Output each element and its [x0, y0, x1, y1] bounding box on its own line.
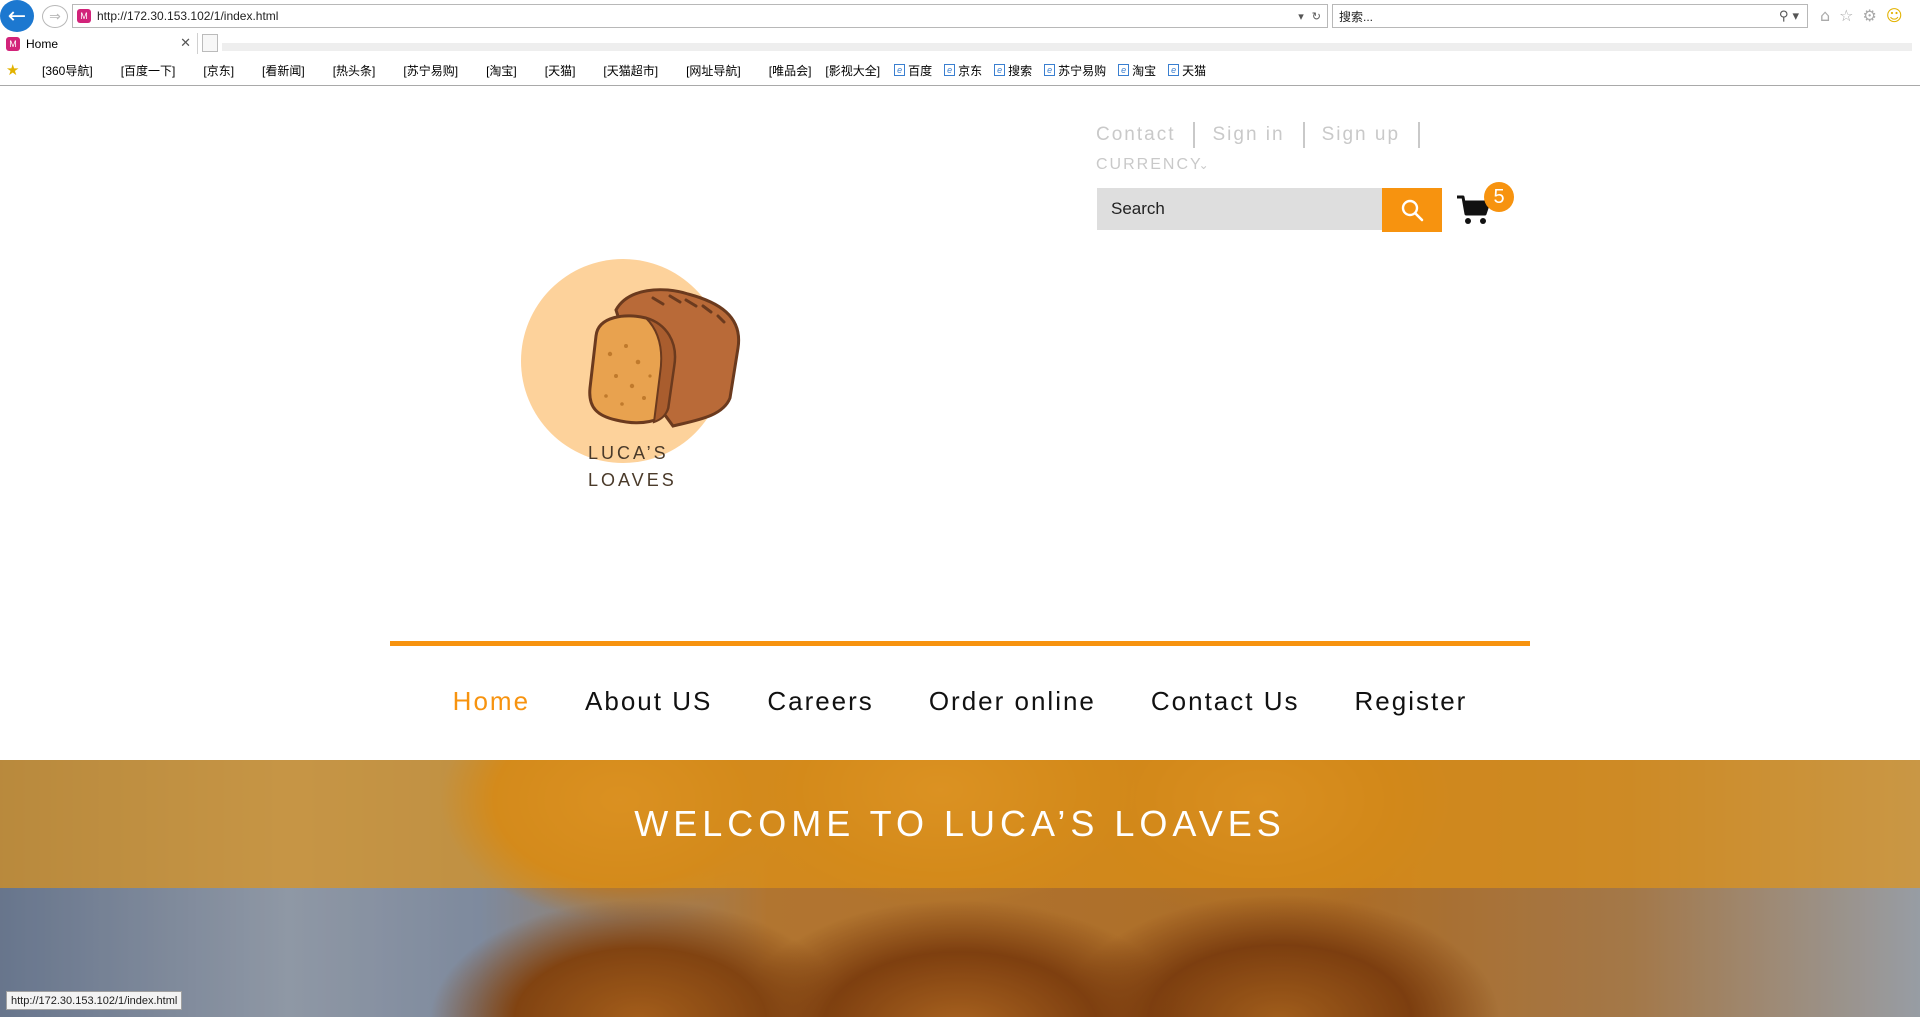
- nav-about-us[interactable]: About US: [585, 686, 712, 717]
- link-divider: [1302, 122, 1305, 148]
- forward-arrow-icon[interactable]: ⇒: [42, 5, 68, 28]
- favorite-link[interactable]: [唯品会]: [769, 62, 812, 79]
- favorite-ie-link[interactable]: e 苏宁易购: [1044, 62, 1106, 79]
- address-bar[interactable]: M http://172.30.153.102/1/index.html ▾ ↻: [72, 4, 1328, 28]
- nav-order-online[interactable]: Order online: [929, 686, 1096, 717]
- hero-banner-image: WELCOME TO LUCA’S LOAVES: [0, 760, 1920, 1017]
- tab-home[interactable]: M Home ✕: [0, 33, 198, 54]
- main-nav: Home About US Careers Order online Conta…: [390, 686, 1530, 717]
- favorite-link[interactable]: [百度一下]: [121, 62, 176, 79]
- favorite-link[interactable]: [京东]: [203, 62, 234, 79]
- favorite-ie-label: 苏宁易购: [1058, 63, 1107, 78]
- status-bar-url: http://172.30.153.102/1/index.html: [6, 991, 183, 1010]
- contact-link[interactable]: Contact: [1096, 124, 1175, 146]
- logo-line-2: LOAVES: [588, 470, 677, 490]
- tab-favicon-icon: M: [6, 36, 20, 51]
- favorite-ie-link[interactable]: e 百度: [894, 62, 932, 79]
- home-icon[interactable]: ⌂: [1820, 6, 1830, 25]
- favorites-star-icon[interactable]: ★: [6, 61, 42, 79]
- favorites-bar: ★ [360导航] [百度一下] [京东] [看新闻] [热头条] [苏宁易购]…: [0, 58, 1920, 82]
- refresh-icon[interactable]: ↻: [1312, 10, 1321, 23]
- settings-gear-icon[interactable]: ⚙: [1863, 6, 1877, 25]
- back-arrow-icon[interactable]: ←: [0, 0, 34, 32]
- dropdown-arrow-icon[interactable]: ▾: [1298, 10, 1304, 23]
- link-divider: [1193, 122, 1196, 148]
- favorite-link[interactable]: [天猫超市]: [603, 62, 658, 79]
- favorite-ie-link[interactable]: e 搜索: [994, 62, 1032, 79]
- chevron-down-icon: ⌄: [1198, 158, 1211, 172]
- favorite-ie-label: 搜索: [1008, 63, 1033, 78]
- browser-search-box[interactable]: 搜索... ⚲ ▾: [1332, 4, 1808, 28]
- address-url[interactable]: http://172.30.153.102/1/index.html: [97, 9, 1298, 23]
- site-favicon-icon: M: [77, 9, 91, 23]
- ie-page-icon: e: [1118, 64, 1130, 76]
- favorite-ie-label: 京东: [958, 63, 983, 78]
- hero-overlay: WELCOME TO LUCA’S LOAVES: [0, 760, 1920, 888]
- favorite-ie-link[interactable]: e 京东: [944, 62, 982, 79]
- magnifier-icon[interactable]: ⚲ ▾: [1779, 9, 1807, 24]
- tab-strip-fill: [222, 43, 1912, 51]
- nav-contact-us[interactable]: Contact Us: [1151, 686, 1300, 717]
- header-top-links: Contact Sign in Sign up: [1096, 122, 1437, 148]
- close-icon[interactable]: ✕: [180, 36, 197, 51]
- browser-search-placeholder[interactable]: 搜索...: [1339, 8, 1779, 25]
- favorite-link[interactable]: [影视大全]: [825, 62, 880, 79]
- link-divider: [1418, 122, 1421, 148]
- browser-chrome: ← ⇒ M http://172.30.153.102/1/index.html…: [0, 0, 1920, 86]
- favorite-link[interactable]: [360导航]: [42, 62, 93, 79]
- favorite-ie-label: 天猫: [1182, 63, 1207, 78]
- ie-page-icon: e: [1044, 64, 1056, 76]
- nav-home[interactable]: Home: [453, 686, 530, 717]
- favorite-ie-label: 百度: [908, 63, 933, 78]
- favorite-link[interactable]: [看新闻]: [262, 62, 305, 79]
- tab-strip: M Home ✕: [0, 33, 1920, 54]
- sign-in-link[interactable]: Sign in: [1212, 124, 1284, 146]
- favorite-link[interactable]: [苏宁易购]: [403, 62, 458, 79]
- search-button[interactable]: [1382, 188, 1442, 232]
- nav-divider: [390, 641, 1530, 646]
- browser-tools: ⌂ ☆ ⚙ ☺: [1820, 6, 1903, 25]
- logo-line-1: LUCA’S: [588, 443, 669, 463]
- ie-page-icon: e: [994, 64, 1006, 76]
- logo-wordmark: LUCA’S LOAVES: [588, 440, 677, 494]
- favorite-ie-link[interactable]: e 天猫: [1168, 62, 1206, 79]
- hero-lower-shade: [0, 888, 1920, 1017]
- nav-careers[interactable]: Careers: [767, 686, 873, 717]
- hero-title: WELCOME TO LUCA’S LOAVES: [634, 803, 1286, 844]
- currency-label: CURRENCY: [1096, 156, 1203, 173]
- favorite-ie-label: 淘宝: [1132, 63, 1157, 78]
- smiley-feedback-icon[interactable]: ☺: [1886, 6, 1903, 25]
- favorites-star-icon[interactable]: ☆: [1839, 6, 1853, 25]
- search-icon: [1401, 199, 1424, 222]
- ie-page-icon: e: [1168, 64, 1180, 76]
- favorite-link[interactable]: [网址导航]: [686, 62, 741, 79]
- tab-title: Home: [26, 36, 59, 51]
- sign-up-link[interactable]: Sign up: [1322, 124, 1400, 146]
- favorite-link[interactable]: [天猫]: [545, 62, 576, 79]
- cart-count-badge: 5: [1484, 182, 1514, 212]
- nav-register[interactable]: Register: [1355, 686, 1468, 717]
- ie-page-icon: e: [944, 64, 956, 76]
- currency-dropdown[interactable]: CURRENCY ⌄: [1096, 156, 1211, 174]
- favorite-link[interactable]: [淘宝]: [486, 62, 517, 79]
- favorite-link[interactable]: [热头条]: [333, 62, 376, 79]
- favorite-ie-link[interactable]: e 淘宝: [1118, 62, 1156, 79]
- new-tab-button[interactable]: [202, 34, 218, 52]
- ie-page-icon: e: [894, 64, 906, 76]
- search-input[interactable]: [1097, 188, 1382, 230]
